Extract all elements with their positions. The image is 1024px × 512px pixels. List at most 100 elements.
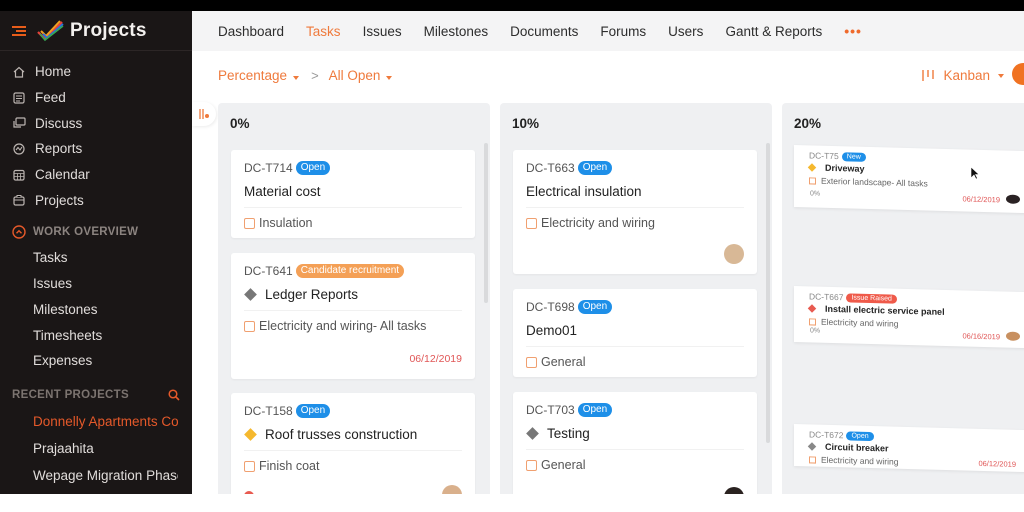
recent-project-item[interactable]: Donnelly Apartments Co [0,408,178,435]
search-icon[interactable] [168,389,180,401]
task-id: DC-T663 [526,161,575,175]
task-card[interactable]: DC-T158 Open Roof trusses construction F… [231,393,475,494]
task-title: Circuit breaker [807,441,889,453]
task-card[interactable]: DC-T663 Open Electrical insulation Elect… [513,150,757,274]
task-list: Electricity and wiring [809,316,898,329]
sidebar-item-timesheets[interactable]: Timesheets [0,322,192,348]
status-badge: Open [577,300,613,314]
view-switcher-dropdown[interactable]: Kanban [921,68,1004,83]
task-list: Exterior landscape- All tasks [809,175,928,189]
task-list-name: Electricity and wiring [541,216,655,230]
card-divider [244,310,462,311]
task-id: DC-T672 [809,429,844,441]
task-card[interactable]: DC-T714 Open Material cost Insulation [231,150,475,238]
sidebar-item-projects[interactable]: Projects [0,187,192,213]
task-list: Electricity and wiring [809,454,898,467]
tab-milestones[interactable]: Milestones [424,24,489,39]
hamburger-menu-icon[interactable] [12,25,26,36]
home-icon [12,65,26,79]
app-window: Projects Home Feed Discuss Reports Calen… [0,11,1024,494]
card-divider [244,207,462,208]
collapse-circle-icon [12,225,26,239]
sidebar-item-discuss[interactable]: Discuss [0,110,192,136]
sidebar-item-home[interactable]: Home [0,59,192,85]
assignee-avatar[interactable] [1006,194,1020,204]
tab-issues[interactable]: Issues [363,24,402,39]
task-id: DC-T667 [809,291,844,303]
assignee-avatar[interactable] [724,487,744,494]
recent-project-item[interactable]: Prajaahita [0,435,178,462]
sidebar-item-reports[interactable]: Reports [0,136,192,162]
tab-dashboard[interactable]: Dashboard [218,24,284,39]
due-date: 06/16/2019 [962,331,1000,342]
tab-forums[interactable]: Forums [600,24,646,39]
task-title-text: Material cost [244,184,321,199]
task-list-name: General [541,458,586,472]
group-by-label: Percentage [218,68,288,83]
priority-icon [244,288,257,301]
sidebar-item-label: Projects [35,192,84,208]
sidebar-item-expenses[interactable]: Expenses [0,348,192,374]
task-card[interactable]: DC-T667 Issue Raised Install electric ser… [794,286,1024,349]
bottom-margin [0,494,1024,512]
column-title: 10% [512,116,540,131]
task-id-row: DC-T158 Open [244,404,331,418]
sidebar-header: Projects [0,11,192,51]
task-card[interactable]: DC-T672 Open Circuit breaker Electricity … [794,424,1024,473]
add-button[interactable] [1012,63,1024,85]
sidebar-item-milestones[interactable]: Milestones [0,297,192,323]
card-divider [526,207,744,208]
task-list-name: General [541,355,586,369]
sidebar-item-tasks[interactable]: Tasks [0,245,192,271]
chevron-down-icon [386,76,393,80]
status-badge: Open [846,430,874,441]
group-by-dropdown[interactable]: Percentage [218,68,300,83]
tab-gantt-reports[interactable]: Gantt & Reports [725,24,822,39]
sidebar-item-calendar[interactable]: Calendar [0,162,192,188]
task-id-row: DC-T641 Candidate recruitment [244,264,405,278]
sidebar-nav: Home Feed Discuss Reports Calendar Proje… [0,51,192,489]
sidebar-item-feed[interactable]: Feed [0,85,192,111]
due-date: 06/12/2019 [962,194,1000,205]
task-card[interactable]: DC-T698 Open Demo01 General [513,289,757,377]
column-scrollbar[interactable] [766,143,770,443]
task-title: Install electric service panel [807,303,945,317]
task-id-row: DC-T703 Open [526,403,613,417]
task-id: DC-T714 [244,161,293,175]
recent-project-item[interactable]: Wepage Migration Phase [0,462,178,489]
due-date: 06/12/2019 [978,458,1016,469]
tasklist-icon [809,176,816,185]
recent-projects-header: RECENT PROJECTS [0,382,192,408]
tab-documents[interactable]: Documents [510,24,578,39]
task-title-text: Driveway [825,162,865,174]
filter-breadcrumb: Percentage > All Open [218,68,393,83]
kanban-column: 0% DC-T714 Open Material cost Insulation… [218,103,490,494]
task-list-name: Finish coat [259,459,320,473]
column-scrollbar[interactable] [484,143,488,303]
task-card[interactable]: DC-T641 Candidate recruitment Ledger Rep… [231,253,475,379]
column-title: 0% [230,116,250,131]
assignee-avatar[interactable] [1006,331,1020,341]
tasklist-icon [809,455,816,464]
work-overview-header[interactable]: WORK OVERVIEW [0,219,192,245]
top-navigation: Dashboard Tasks Issues Milestones Docume… [192,11,1024,51]
tab-tasks[interactable]: Tasks [306,24,341,39]
task-card[interactable]: DC-T703 Open Testing General [513,392,757,494]
status-badge: Issue Raised [846,292,897,304]
status-badge: Open [577,403,613,417]
assignee-avatar[interactable] [724,244,744,264]
tab-users[interactable]: Users [668,24,703,39]
status-badge: Open [295,404,331,418]
chevron-down-icon [998,73,1004,78]
task-id: DC-T75 [809,150,839,162]
assignee-avatar[interactable] [442,485,462,494]
task-card[interactable]: DC-T75 New Driveway Exterior landscape- A… [794,145,1024,214]
filter-panel-toggle[interactable] [192,102,216,126]
chevron-right-icon: > [311,68,319,83]
status-filter-dropdown[interactable]: All Open [329,68,393,83]
reports-icon [12,142,26,156]
tasklist-icon [244,460,255,472]
view-label: Kanban [943,68,990,83]
sidebar-item-issues[interactable]: Issues [0,271,192,297]
more-tabs-icon[interactable]: ••• [844,23,862,39]
